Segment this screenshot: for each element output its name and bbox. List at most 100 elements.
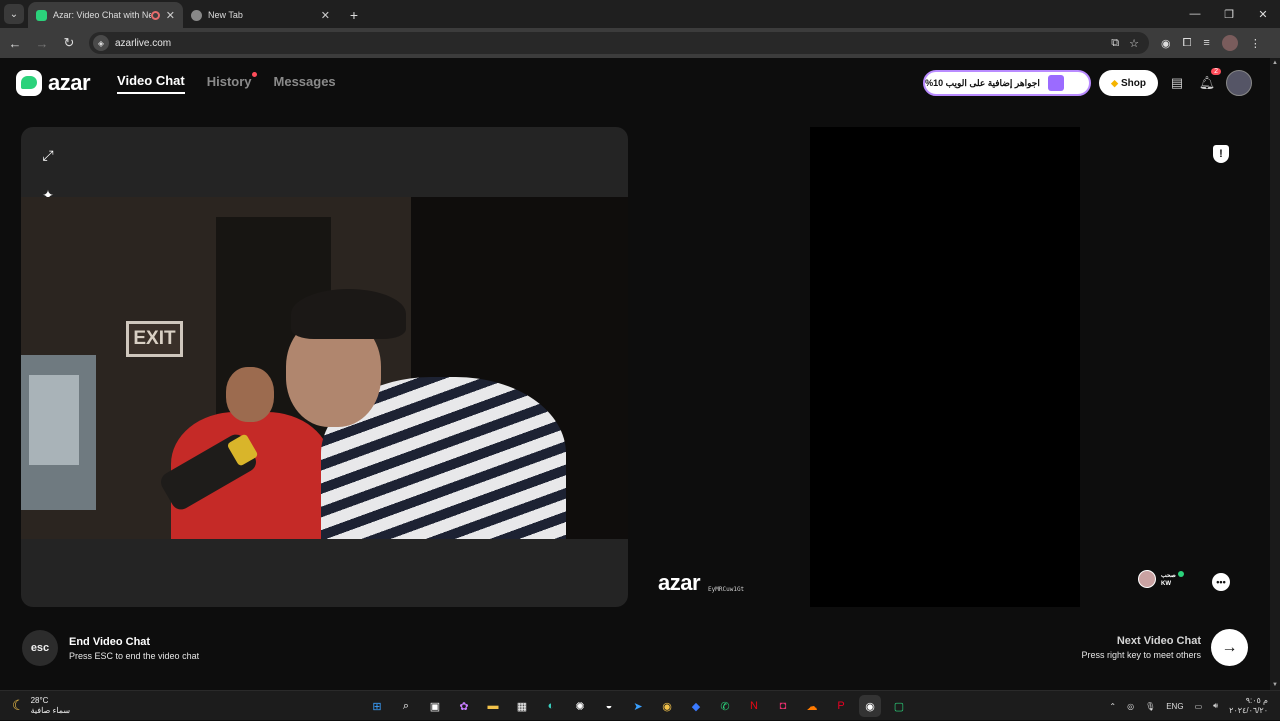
gem-icon: ◆ [1111,77,1118,88]
dropbox-icon[interactable]: ◆ [685,695,707,717]
network-icon[interactable]: ▭ [1195,702,1203,711]
chevron-up-icon[interactable]: ⌃ [1109,702,1116,711]
bell-icon[interactable]: 🔔︎ 2 [1196,68,1221,94]
media-control-icon[interactable]: ≡ [1203,37,1209,49]
scroll-down-icon[interactable]: ▼ [1272,682,1278,688]
new-indicator-dot [251,71,257,77]
user-avatar[interactable] [1226,70,1252,96]
nav-video-chat[interactable]: Video Chat [117,73,185,94]
next-video-chat-control[interactable]: Next Video Chat Press right key to meet … [1081,629,1248,666]
recording-icon [150,10,160,20]
moon-icon: ☾ [12,697,25,713]
netflix-icon[interactable]: N [743,695,765,717]
esc-key-button[interactable]: esc [22,630,58,666]
close-tab-icon[interactable]: ✕ [321,9,330,22]
browser-tabbar: ⌄ Azar: Video Chat with New ✕ New Tab ✕ … [0,0,1280,28]
exit-sign: EXIT [126,321,183,357]
new-tab-button[interactable]: + [344,5,364,25]
profile-avatar[interactable] [1221,35,1238,51]
end-video-chat-hint: Press ESC to end the video chat [69,650,200,661]
next-video-chat-hint: Press right key to meet others [1081,650,1201,660]
shop-button[interactable]: ◆ Shop [1099,70,1158,96]
tab-search-icon[interactable]: ⌄ [4,4,24,24]
peer-info[interactable]: صحب KW [1138,570,1184,588]
azar-app-icon[interactable]: ▢ [888,695,910,717]
remote-video-panel: ! azar EyMRCuw1Gt صحب KW ••• [643,127,1248,607]
close-window-icon[interactable]: ✕ [1246,0,1280,28]
end-video-chat-control[interactable]: esc End Video Chat Press ESC to end the … [22,630,199,666]
taskbar-apps: ⊞ ⌕ ▣ ✿ ▬ ▦ ◐ ✺ ◒ ➤ ◉ ◆ ✆ N ◘ ☁ P ◉ ▢ [366,695,910,717]
maximize-icon[interactable]: ❐ [1212,0,1246,28]
extensions-puzzle-icon[interactable]: ⧠ [1183,37,1192,50]
peer-name: صحب [1161,572,1176,579]
instagram-icon[interactable]: ◘ [772,695,794,717]
copilot-icon[interactable]: ✿ [453,695,475,717]
edge-icon[interactable]: ◐ [540,695,562,717]
site-info-icon[interactable]: ◈ [93,35,109,51]
telegram-icon[interactable]: ➤ [627,695,649,717]
chat-bubble-icon[interactable]: ••• [1212,573,1230,591]
pinterest-icon[interactable]: P [830,695,852,717]
clock-date: ٢٠٢٤/٠٦/٢٠ [1229,706,1268,715]
windows-taskbar: ☾ 28°C سماء صافية ⊞ ⌕ ▣ ✿ ▬ ▦ ◐ ✺ ◒ ➤ ◉ … [0,690,1280,720]
azar-logo-icon [16,70,42,96]
chatgpt-icon[interactable]: ✺ [569,695,591,717]
clock-time: م ٩:٠٥ [1245,696,1268,705]
address-bar[interactable]: ◈ azarlive.com ⧉ ☆ [89,32,1149,54]
promo-text: اجواهر إضافية على الويب 10% [925,77,1040,88]
chrome-icon[interactable]: ◉ [656,695,678,717]
next-video-chat-title: Next Video Chat [1116,635,1201,647]
arrow-right-icon[interactable]: → [1211,629,1248,666]
close-tab-icon[interactable]: ✕ [166,9,175,22]
tab-title: New Tab [208,10,243,20]
clock[interactable]: م ٩:٠٥ ٢٠٢٤/٠٦/٢٠ [1229,696,1268,716]
nav-history[interactable]: History [206,71,257,93]
volume-icon[interactable]: 🔊︎ [1213,701,1218,711]
globe-icon [191,9,202,21]
weather-widget[interactable]: ☾ 28°C سماء صافية [12,696,70,716]
window-controls: — ❐ ✕ [1178,0,1280,28]
reload-icon[interactable]: ↻ [57,31,81,55]
scroll-up-icon[interactable]: ▲ [1272,60,1278,66]
store-icon[interactable]: ▦ [511,695,533,717]
whatsapp-icon[interactable]: ✆ [714,695,736,717]
search-icon[interactable]: ⌕ [395,695,417,717]
back-icon[interactable]: ← [3,31,27,55]
minimize-icon[interactable]: — [1178,0,1212,28]
tab-new-tab[interactable]: New Tab ✕ [183,2,338,28]
language-indicator[interactable]: ENG [1166,702,1183,711]
file-explorer-icon[interactable]: ▬ [482,695,504,717]
chrome-active-icon[interactable]: ◉ [859,695,881,717]
browser-toolbar: ← → ↻ ◈ azarlive.com ⧉ ☆ ◉ ⧠ ≡ ⋮ [0,28,1280,58]
windows-start-icon[interactable]: ⊞ [366,695,388,717]
watermark-id: EyMRCuw1Gt [708,586,745,593]
browser-menu-icon[interactable]: ⋮ [1250,37,1261,50]
notification-badge: 2 [1211,68,1221,75]
tab-azar[interactable]: Azar: Video Chat with New ✕ [28,2,183,28]
report-shield-icon[interactable]: ! [1213,145,1229,163]
forward-icon[interactable]: → [30,31,54,55]
nav-messages[interactable]: Messages [274,74,336,93]
inbox-icon[interactable]: ▤ [1166,72,1188,94]
page-scrollbar[interactable]: ▲ ▼ [1270,58,1280,690]
bookmark-star-icon[interactable]: ☆ [1129,37,1139,50]
azar-watermark: azar EyMRCuw1Gt [658,570,744,596]
steam-icon[interactable]: ◒ [598,695,620,717]
extension-icon[interactable]: ◉ [1161,37,1171,50]
logo-text: azar [48,70,91,95]
azar-logo[interactable]: azar [16,70,91,96]
microphone-icon[interactable]: 🎙︎ [1145,702,1155,711]
local-video-panel: ⤢ ✦ EXIT [21,127,628,607]
local-camera-feed: EXIT [21,197,628,539]
expand-icon[interactable]: ⤢ [35,142,61,168]
gem-promo-banner[interactable]: اجواهر إضافية على الويب 10% [923,70,1092,96]
install-app-icon[interactable]: ⧉ [1111,37,1119,50]
task-view-icon[interactable]: ▣ [424,695,446,717]
url-text[interactable]: azarlive.com [115,38,1111,49]
nav-history-label: History [206,73,252,89]
tray-app-icon[interactable]: ◎ [1127,702,1134,711]
main-nav: Video Chat History Messages [117,71,336,94]
soundcloud-icon[interactable]: ☁ [801,695,823,717]
watermark-logo: azar [658,570,701,595]
azar-favicon-icon [36,9,47,21]
